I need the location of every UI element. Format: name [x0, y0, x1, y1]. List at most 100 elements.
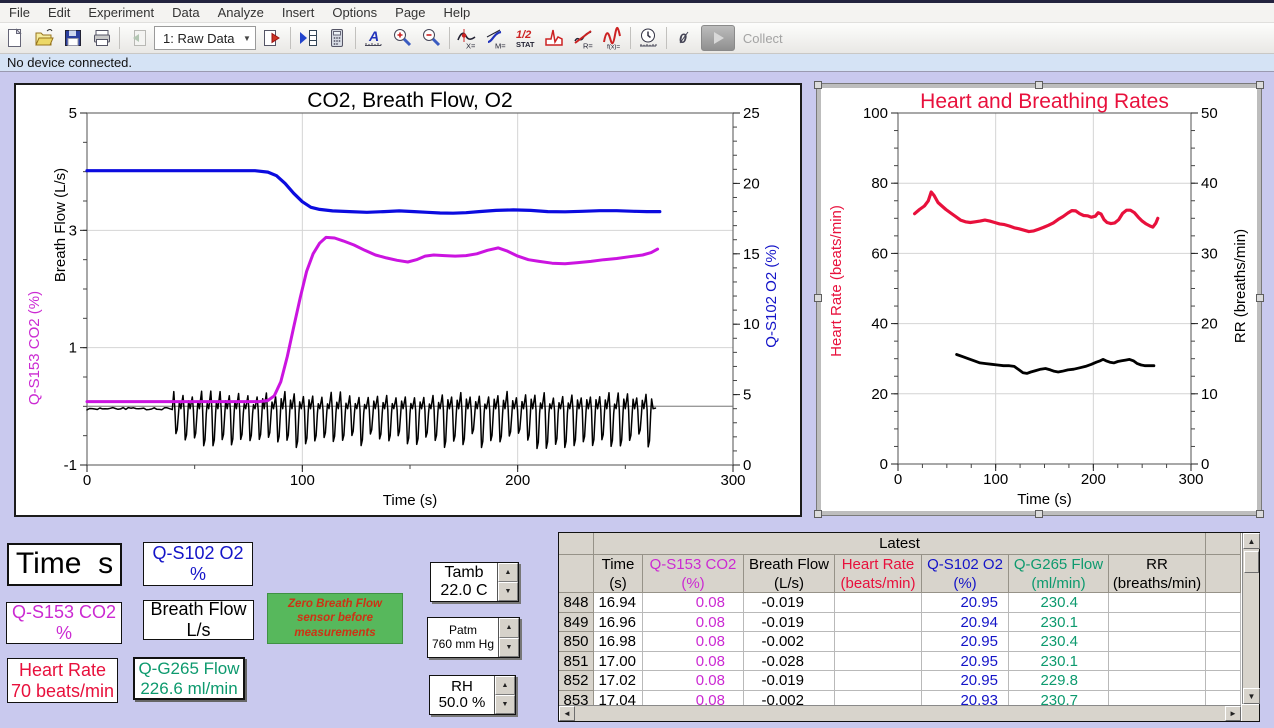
table-cell[interactable]	[835, 652, 922, 672]
zoom-out-button[interactable]	[417, 24, 446, 52]
data-table-button[interactable]	[294, 24, 323, 52]
table-cell[interactable]	[835, 593, 922, 613]
table-cell[interactable]	[1109, 632, 1206, 652]
table-cell[interactable]: -0.019	[744, 613, 835, 633]
table-cell[interactable]: 230.4	[1009, 593, 1109, 613]
table-cell[interactable]: 0.08	[643, 691, 744, 707]
selection-handle[interactable]	[1035, 81, 1043, 89]
table-cell[interactable]	[1109, 691, 1206, 707]
menu-experiment[interactable]: Experiment	[79, 3, 163, 22]
column-header-rr[interactable]: RR(breaths/min)	[1109, 555, 1206, 593]
heart-breathing-graph[interactable]: 010020030002040608010001020304050Heart a…	[821, 88, 1257, 511]
page-selector-dropdown[interactable]: 1: Raw Data ▼	[154, 26, 256, 50]
table-cell[interactable]: 230.7	[1009, 691, 1109, 707]
selection-handle[interactable]	[814, 294, 822, 302]
table-cell[interactable]: 17.04	[594, 691, 643, 707]
statistics-button[interactable]: 1/2STAT	[511, 24, 540, 52]
table-cell[interactable]	[1109, 652, 1206, 672]
table-cell[interactable]: 229.8	[1009, 671, 1109, 691]
o2-meter[interactable]: Q-S102 O2 %	[143, 542, 253, 586]
scroll-down-button[interactable]: ▼	[1243, 688, 1260, 704]
table-cell[interactable]: 0.08	[643, 632, 744, 652]
heart-rate-meter[interactable]: Heart Rate 70 beats/min	[7, 658, 118, 703]
column-header-q-s153-co2[interactable]: Q-S153 CO2(%)	[643, 555, 744, 593]
save-button[interactable]	[58, 24, 87, 52]
table-cell[interactable]	[835, 691, 922, 707]
table-cell[interactable]	[1109, 671, 1206, 691]
table-cell[interactable]	[835, 671, 922, 691]
table-cell[interactable]: 230.4	[1009, 632, 1109, 652]
vertical-scrollbar[interactable]: ▲ ▼	[1242, 533, 1259, 704]
scroll-thumb[interactable]	[1244, 551, 1259, 573]
linear-fit-button[interactable]: R=	[569, 24, 598, 52]
table-cell[interactable]: -0.002	[744, 632, 835, 652]
calculator-button[interactable]	[323, 24, 352, 52]
column-header-q-s102-o2[interactable]: Q-S102 O2(%)	[922, 555, 1009, 593]
menu-file[interactable]: File	[0, 3, 39, 22]
menu-options[interactable]: Options	[323, 3, 386, 22]
table-cell[interactable]: 16.96	[594, 613, 643, 633]
open-file-button[interactable]	[29, 24, 58, 52]
column-header-heart-rate[interactable]: Heart Rate(beats/min)	[835, 555, 922, 593]
next-page-button[interactable]	[258, 24, 287, 52]
menu-edit[interactable]: Edit	[39, 3, 79, 22]
scroll-up-button[interactable]: ▲	[1243, 533, 1260, 549]
new-document-button[interactable]	[0, 24, 29, 52]
breath-flow-meter[interactable]: Breath Flow L/s	[143, 600, 254, 640]
selection-handle[interactable]	[1035, 510, 1043, 518]
column-header-time[interactable]: Time(s)	[594, 555, 643, 593]
table-cell[interactable]: 20.93	[922, 691, 1009, 707]
menu-insert[interactable]: Insert	[273, 3, 324, 22]
selection-handle[interactable]	[1256, 294, 1264, 302]
gas-flow-meter[interactable]: Q-G265 Flow 226.6 ml/min	[133, 657, 245, 700]
table-cell[interactable]: 16.94	[594, 593, 643, 613]
menu-data[interactable]: Data	[163, 3, 208, 22]
table-cell[interactable]: -0.028	[744, 652, 835, 672]
table-cell[interactable]: 0.08	[643, 593, 744, 613]
co2-meter[interactable]: Q-S153 CO2 %	[6, 602, 122, 644]
table-cell[interactable]	[835, 632, 922, 652]
table-cell[interactable]: 20.95	[922, 593, 1009, 613]
horizontal-scrollbar[interactable]: ◄ ►	[559, 705, 1241, 721]
zero-button[interactable]: 0	[670, 24, 699, 52]
table-cell[interactable]: 20.95	[922, 671, 1009, 691]
spin-up-button[interactable]: ▲	[498, 563, 518, 582]
table-cell[interactable]: 20.94	[922, 613, 1009, 633]
table-cell[interactable]: 230.1	[1009, 613, 1109, 633]
zoom-in-button[interactable]	[388, 24, 417, 52]
scroll-left-button[interactable]: ◄	[559, 706, 575, 721]
column-header-q-g265-flow[interactable]: Q-G265 Flow(ml/min)	[1009, 555, 1109, 593]
table-cell[interactable]: 230.1	[1009, 652, 1109, 672]
selection-handle[interactable]	[1256, 510, 1264, 518]
table-cell[interactable]: 16.98	[594, 632, 643, 652]
selection-handle[interactable]	[1256, 81, 1264, 89]
data-collection-setup-button[interactable]	[634, 24, 663, 52]
scroll-right-button[interactable]: ►	[1225, 706, 1241, 721]
table-cell[interactable]: 0.08	[643, 671, 744, 691]
table-cell[interactable]: 17.02	[594, 671, 643, 691]
print-button[interactable]	[87, 24, 116, 52]
table-cell[interactable]: 0.08	[643, 652, 744, 672]
spin-up-button[interactable]: ▲	[495, 676, 515, 695]
examine-button[interactable]: X=	[453, 24, 482, 52]
table-cell[interactable]: -0.002	[744, 691, 835, 707]
data-table[interactable]: LatestTime(s)Q-S153 CO2(%)Breath Flow(L/…	[558, 532, 1260, 722]
table-cell[interactable]: 20.95	[922, 632, 1009, 652]
column-header-breath-flow[interactable]: Breath Flow(L/s)	[744, 555, 835, 593]
table-cell[interactable]: 0.08	[643, 613, 744, 633]
spin-up-button[interactable]: ▲	[499, 618, 519, 638]
tangent-button[interactable]: M=	[482, 24, 511, 52]
autoscale-button[interactable]: A	[359, 24, 388, 52]
integral-button[interactable]	[540, 24, 569, 52]
menu-help[interactable]: Help	[435, 3, 480, 22]
heart-breathing-graph-frame[interactable]: 010020030002040608010001020304050Heart a…	[816, 83, 1262, 516]
table-cell[interactable]	[1109, 593, 1206, 613]
table-cell[interactable]: 17.00	[594, 652, 643, 672]
spin-down-button[interactable]: ▼	[499, 638, 519, 658]
table-cell[interactable]	[835, 613, 922, 633]
co2-breathflow-o2-graph[interactable]: 0100200300-11350510152025CO2, Breath Flo…	[14, 83, 802, 517]
spin-down-button[interactable]: ▼	[498, 582, 518, 601]
table-cell[interactable]: -0.019	[744, 593, 835, 613]
time-meter[interactable]: Time s	[7, 543, 122, 586]
table-cell[interactable]: 20.95	[922, 652, 1009, 672]
